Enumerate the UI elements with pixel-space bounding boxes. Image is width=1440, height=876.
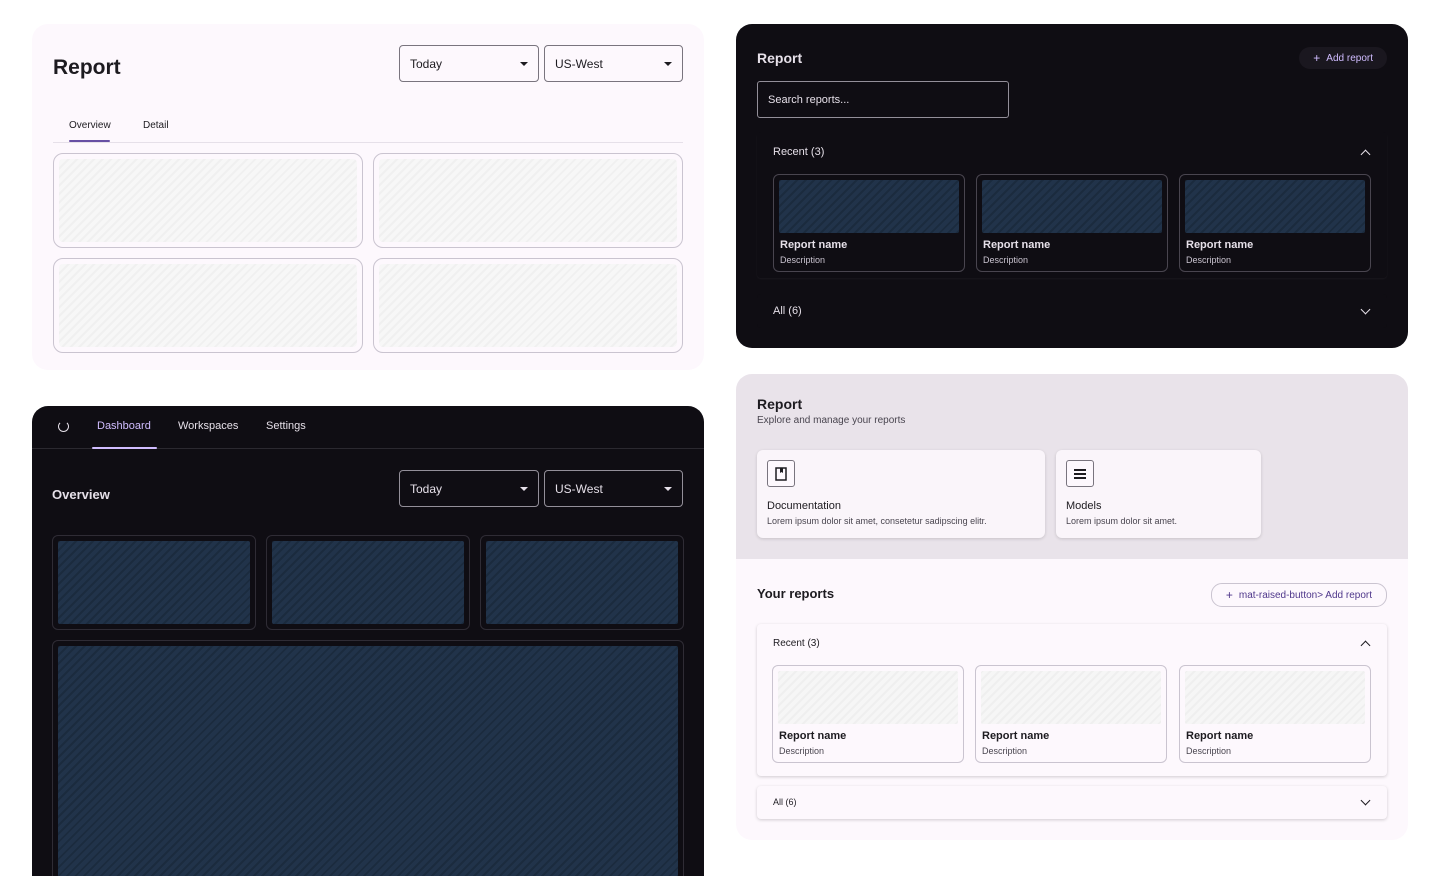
add-report-label: mat-raised-button> Add report xyxy=(1238,589,1372,601)
tab-active-indicator xyxy=(69,140,110,142)
nav-settings[interactable]: Settings xyxy=(266,420,306,432)
report-card-name: Report name xyxy=(1186,730,1254,742)
report-thumbnail xyxy=(1185,180,1365,233)
report-card[interactable]: Report name Description xyxy=(976,174,1168,272)
feature-desc: Lorem ipsum dolor sit amet. xyxy=(1066,516,1178,526)
page-title: Report xyxy=(53,56,121,79)
models-card[interactable]: Models Lorem ipsum dolor sit amet. xyxy=(1056,450,1261,538)
all-accordion-header: All (6) xyxy=(773,305,802,317)
caret-down-icon xyxy=(520,487,528,491)
nav-dashboard[interactable]: Dashboard xyxy=(97,420,151,432)
nav-active-indicator xyxy=(92,447,157,449)
report-card-desc: Description xyxy=(1186,255,1232,265)
report-card-desc: Description xyxy=(983,255,1029,265)
document-icon xyxy=(767,460,795,487)
all-accordion[interactable]: All (6) xyxy=(757,786,1387,819)
caret-down-icon xyxy=(520,62,528,66)
report-card[interactable]: Report name Description xyxy=(773,174,965,272)
logo-icon[interactable] xyxy=(58,421,69,432)
light-report-panel: Report Today US-West Overview Detail xyxy=(32,24,704,370)
chevron-up-icon[interactable] xyxy=(1360,149,1371,160)
tab-overview[interactable]: Overview xyxy=(69,120,111,131)
add-report-button[interactable]: + mat-raised-button> Add report xyxy=(1210,583,1387,607)
section-title: Your reports xyxy=(757,586,835,601)
plus-icon: + xyxy=(1313,51,1321,65)
documentation-card[interactable]: Documentation Lorem ipsum dolor sit amet… xyxy=(757,450,1045,538)
date-select[interactable]: Today xyxy=(399,470,539,507)
feature-name: Documentation xyxy=(767,500,841,512)
nav-workspaces[interactable]: Workspaces xyxy=(178,420,238,432)
report-card-desc: Description xyxy=(779,746,825,756)
tab-divider xyxy=(53,142,683,143)
dark-dashboard-panel: Dashboard Workspaces Settings Overview T… xyxy=(32,406,704,876)
chevron-down-icon xyxy=(1360,304,1371,315)
tab-detail[interactable]: Detail xyxy=(143,120,169,131)
report-card-name: Report name xyxy=(983,239,1051,251)
feature-desc: Lorem ipsum dolor sit amet, consetetur s… xyxy=(767,516,987,526)
feature-name: Models xyxy=(1066,500,1102,512)
chevron-up-icon[interactable] xyxy=(1360,640,1371,651)
plus-icon: + xyxy=(1225,588,1233,602)
report-thumbnail xyxy=(981,671,1161,724)
report-thumbnail xyxy=(1185,671,1365,724)
report-card-desc: Description xyxy=(780,255,826,265)
list-icon xyxy=(1066,460,1094,487)
report-card[interactable]: Report name Description xyxy=(772,665,964,763)
region-select[interactable]: US-West xyxy=(544,470,683,507)
date-select[interactable]: Today xyxy=(399,45,539,82)
placeholder-card xyxy=(373,258,683,353)
report-thumbnail xyxy=(982,180,1162,233)
section-title: Overview xyxy=(52,487,110,502)
lavender-reports-panel: Report Explore and manage your reports D… xyxy=(736,374,1408,840)
placeholder-chart xyxy=(52,640,684,876)
report-card-name: Report name xyxy=(982,730,1050,742)
recent-accordion-header[interactable]: Recent (3) xyxy=(773,146,824,158)
placeholder-card xyxy=(53,153,363,248)
caret-down-icon xyxy=(664,487,672,491)
recent-accordion: Recent (3) Report name Description Repor… xyxy=(757,132,1387,278)
report-thumbnail xyxy=(778,671,958,724)
dark-report-panel: Report + Add report Recent (3) Report na… xyxy=(736,24,1408,348)
region-select-value: US-West xyxy=(555,56,603,71)
page-subtitle: Explore and manage your reports xyxy=(757,415,906,426)
date-select-value: Today xyxy=(410,481,443,496)
report-card-desc: Description xyxy=(982,746,1028,756)
placeholder-card xyxy=(53,258,363,353)
region-select-value: US-West xyxy=(555,481,603,496)
region-select[interactable]: US-West xyxy=(544,45,683,82)
all-accordion[interactable]: All (6) xyxy=(757,294,1387,328)
report-card[interactable]: Report name Description xyxy=(1179,665,1371,763)
date-select-value: Today xyxy=(410,56,443,71)
placeholder-card xyxy=(373,153,683,248)
report-card[interactable]: Report name Description xyxy=(975,665,1167,763)
placeholder-card xyxy=(266,535,470,630)
report-card[interactable]: Report name Description xyxy=(1179,174,1371,272)
report-thumbnail xyxy=(779,180,959,233)
page-title: Report xyxy=(757,50,803,66)
add-report-label: Add report xyxy=(1326,52,1373,64)
placeholder-card xyxy=(52,535,256,630)
add-report-button[interactable]: + Add report xyxy=(1299,47,1387,69)
caret-down-icon xyxy=(664,62,672,66)
recent-accordion-header[interactable]: Recent (3) xyxy=(773,638,820,649)
search-input[interactable] xyxy=(757,81,1009,118)
all-accordion-header: All (6) xyxy=(773,797,797,807)
report-card-name: Report name xyxy=(780,239,848,251)
placeholder-card xyxy=(480,535,684,630)
recent-accordion: Recent (3) Report name Description Repor… xyxy=(757,624,1387,776)
report-card-name: Report name xyxy=(1186,239,1254,251)
report-card-name: Report name xyxy=(779,730,847,742)
page-title: Report xyxy=(757,396,803,412)
report-card-desc: Description xyxy=(1186,746,1232,756)
chevron-down-icon xyxy=(1360,795,1371,806)
